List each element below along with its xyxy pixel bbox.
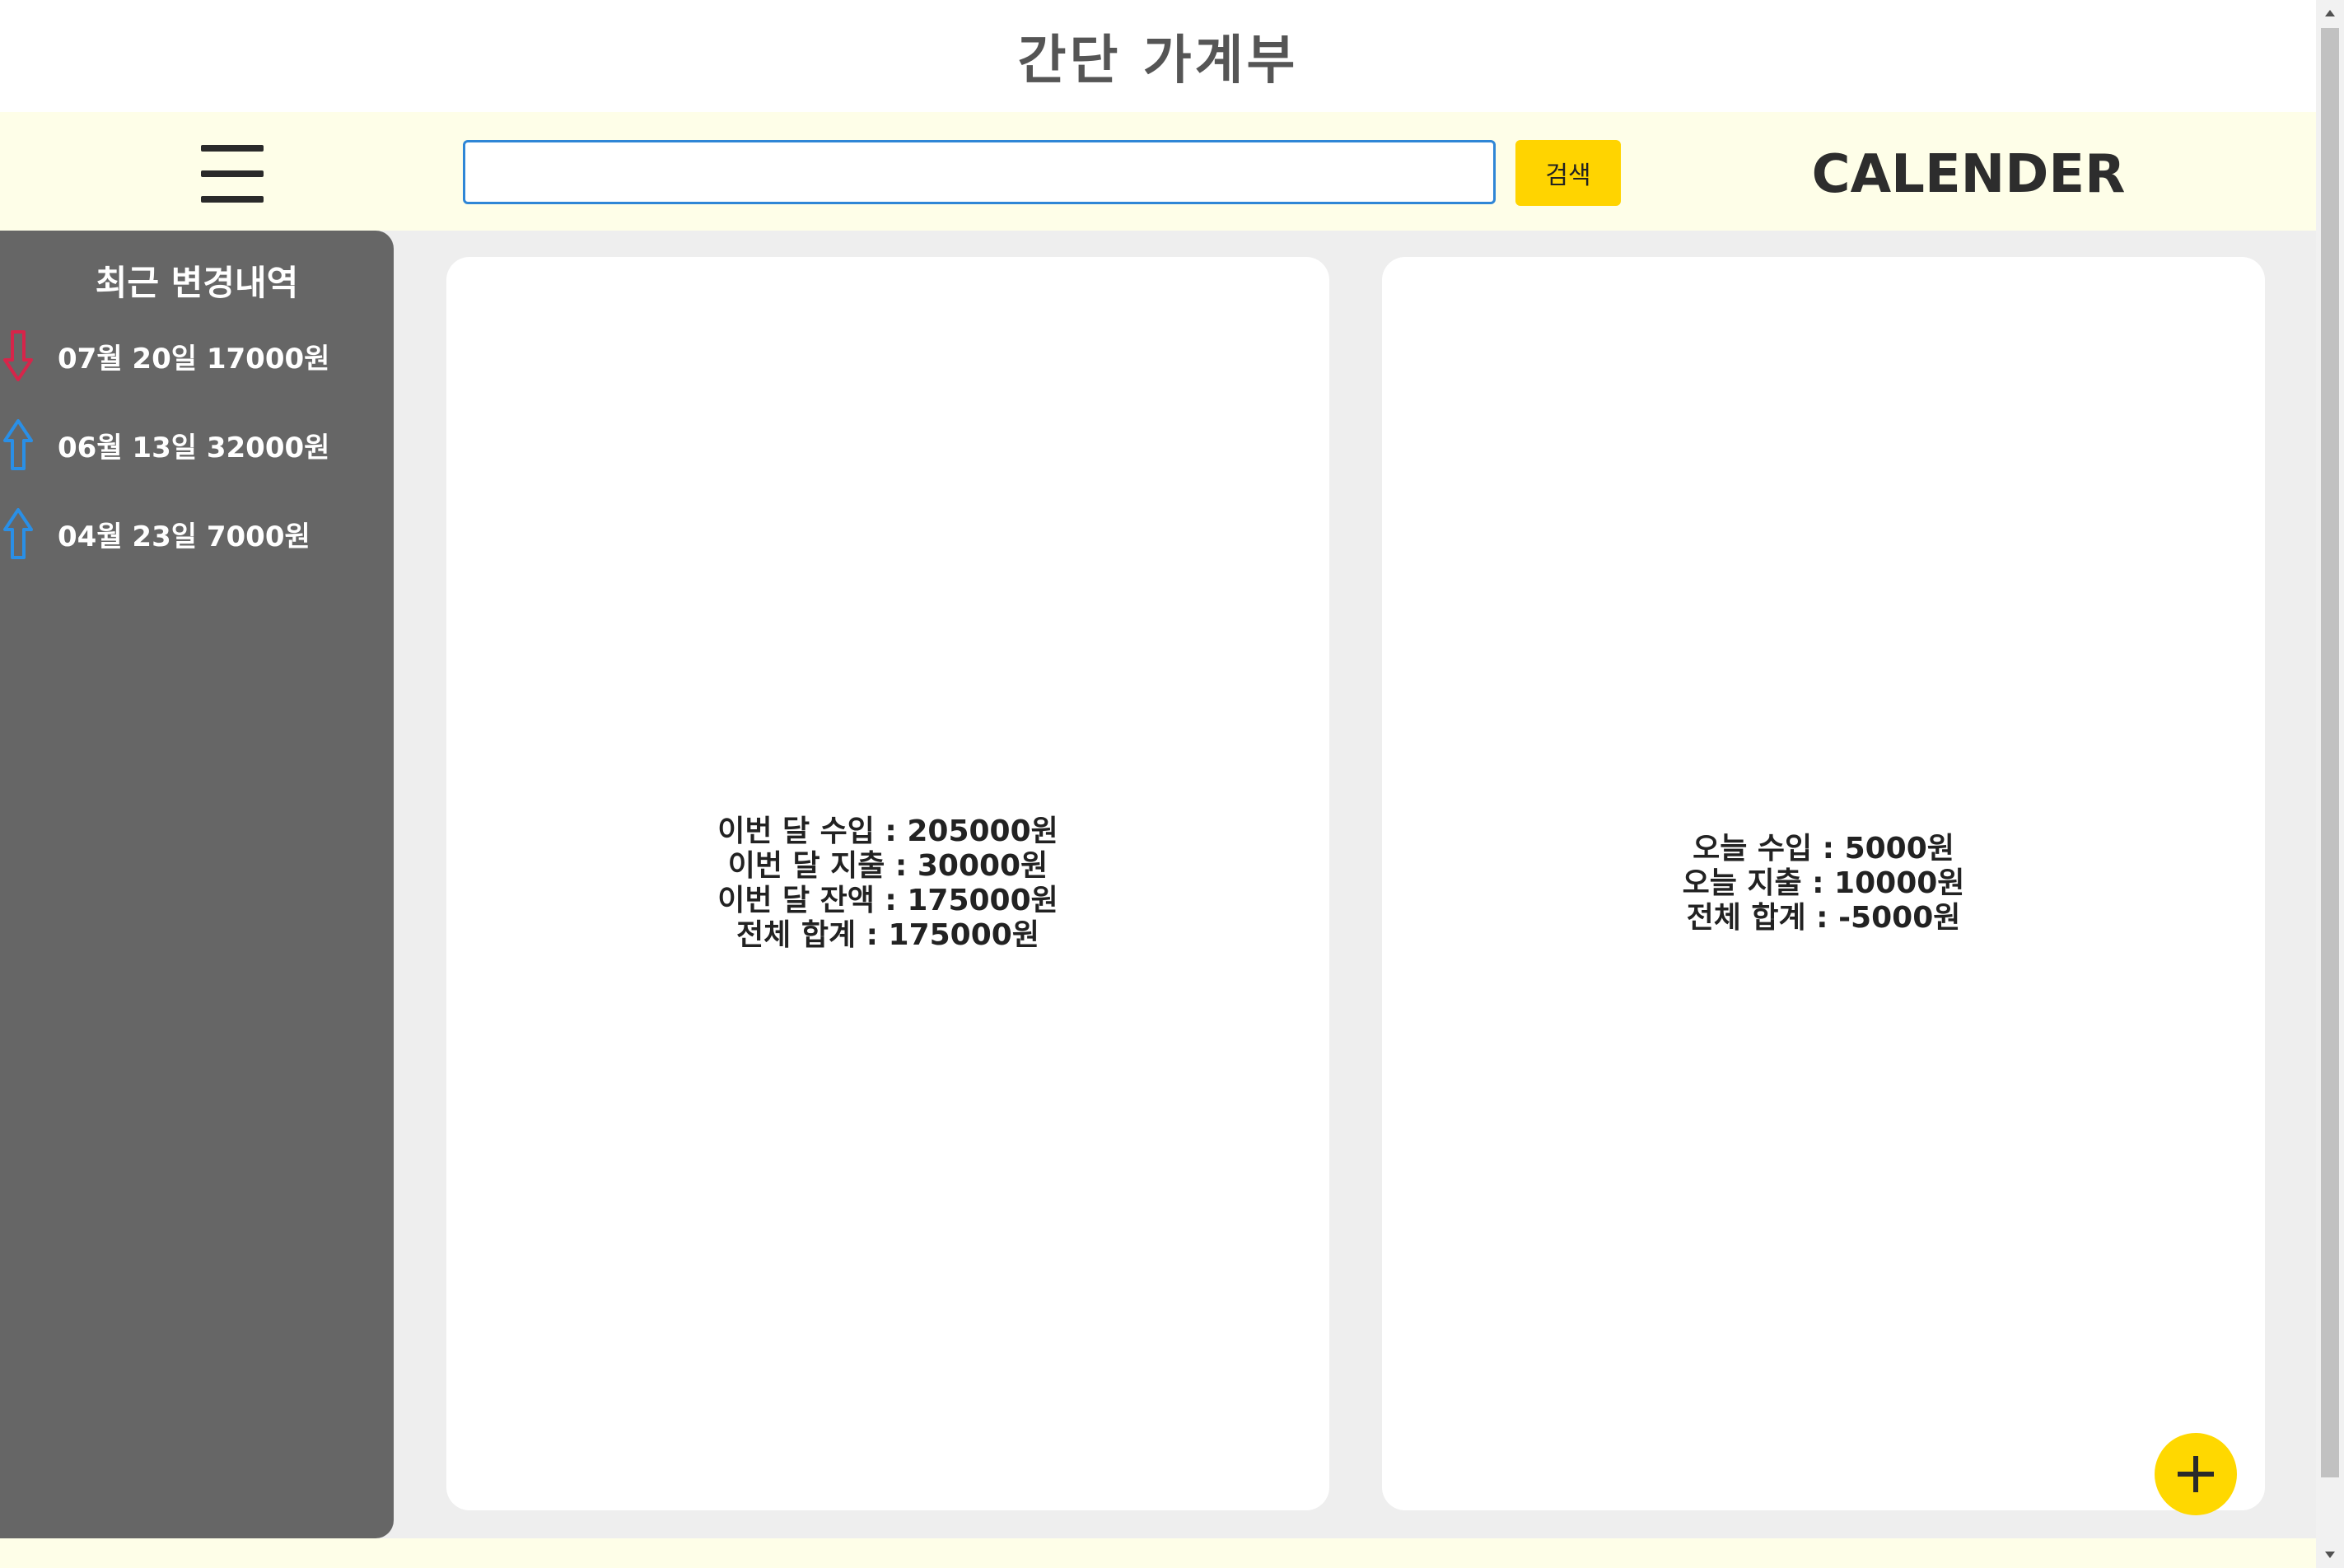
hamburger-icon[interactable] [201,145,264,203]
calendar-link[interactable]: CALENDER [1795,142,2141,208]
monthly-total: 전체 합계 : 175000원 [736,918,1039,952]
scroll-up-arrow-icon[interactable] [2323,7,2337,20]
search-button[interactable]: 검색 [1515,140,1621,206]
vertical-scrollbar[interactable] [2316,0,2344,1568]
monthly-expense: 이번 달 지출 : 30000원 [727,849,1048,883]
hamburger-line [201,145,264,152]
recent-changes-sidebar: 최근 변경내역 07월 20일 17000원 06월 13일 32000원 04… [0,231,394,1538]
hamburger-line [201,170,264,177]
add-entry-button[interactable] [2155,1433,2237,1515]
arrow-up-icon [3,508,33,559]
hamburger-line [201,196,264,203]
footer-strip [0,1538,2316,1568]
content-area: 최근 변경내역 07월 20일 17000원 06월 13일 32000원 04… [0,231,2316,1538]
history-item[interactable]: 06월 13일 32000원 [0,416,394,474]
sidebar-title: 최근 변경내역 [95,263,299,303]
monthly-balance: 이번 달 잔액 : 175000원 [717,884,1058,917]
page: 간단 가계부 검색 CALENDER 최근 변경내역 07월 20일 17000… [0,0,2316,1568]
history-item[interactable]: 04월 23일 7000원 [0,505,394,562]
search-input[interactable] [463,140,1496,204]
toolbar: 검색 CALENDER [0,112,2316,231]
arrow-down-icon [3,330,33,381]
monthly-income: 이번 달 수입 : 205000원 [717,814,1058,848]
daily-summary-lines: 오늘 수입 : 5000원 오늘 지출 : 10000원 전체 합계 : -50… [1683,832,1965,936]
plus-icon [2178,1456,2214,1492]
history-item-label: 06월 13일 32000원 [58,431,330,464]
title-bar: 간단 가계부 [0,0,2316,112]
scrollbar-thumb[interactable] [2321,28,2339,1477]
daily-income: 오늘 수입 : 5000원 [1693,832,1954,866]
daily-summary-card: 오늘 수입 : 5000원 오늘 지출 : 10000원 전체 합계 : -50… [1382,257,2265,1510]
history-item-label: 07월 20일 17000원 [58,342,330,376]
arrow-up-icon [3,419,33,470]
monthly-summary-lines: 이번 달 수입 : 205000원 이번 달 지출 : 30000원 이번 달 … [717,814,1058,953]
page-title: 간단 가계부 [1017,30,1299,91]
history-item[interactable]: 07월 20일 17000원 [0,327,394,385]
daily-total: 전체 합계 : -5000원 [1686,901,1961,935]
daily-expense: 오늘 지출 : 10000원 [1682,866,1965,900]
monthly-summary-card: 이번 달 수입 : 205000원 이번 달 지출 : 30000원 이번 달 … [446,257,1329,1510]
history-item-label: 04월 23일 7000원 [58,520,311,553]
scroll-down-arrow-icon[interactable] [2323,1548,2337,1561]
